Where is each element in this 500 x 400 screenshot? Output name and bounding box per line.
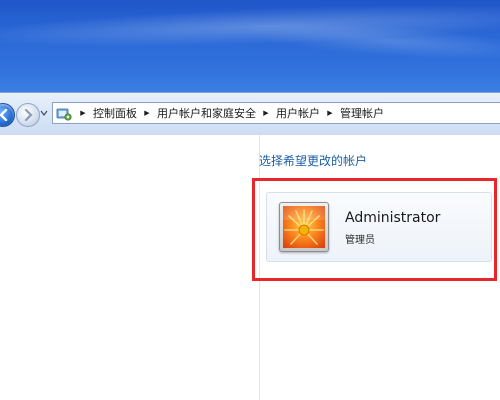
navigation-bar: ▶ 控制面板 ▶ 用户帐户和家庭安全 ▶ 用户帐户 ▶ 管理帐户: [0, 92, 500, 136]
main-content: 选择希望更改的帐户 Administrator 管理员: [0, 135, 500, 400]
breadcrumb-separator-icon[interactable]: ▶: [139, 109, 155, 117]
breadcrumb-separator-icon[interactable]: ▶: [258, 109, 274, 117]
control-panel-icon: [56, 108, 72, 121]
breadcrumb: ▶ 控制面板 ▶ 用户帐户和家庭安全 ▶ 用户帐户 ▶ 管理帐户: [75, 103, 386, 123]
breadcrumb-separator-icon[interactable]: ▶: [322, 109, 338, 117]
annotation-highlight-box: [252, 178, 497, 281]
forward-button[interactable]: [16, 103, 40, 127]
page-title: 选择希望更改的帐户: [259, 154, 368, 168]
breadcrumb-separator-icon[interactable]: ▶: [75, 109, 91, 117]
breadcrumb-item-manage-accounts[interactable]: 管理帐户: [340, 105, 384, 121]
breadcrumb-item-control-panel[interactable]: 控制面板: [93, 105, 137, 121]
breadcrumb-item-user-accounts[interactable]: 用户帐户: [276, 105, 320, 121]
back-arrow-icon: [0, 109, 8, 121]
recent-pages-dropdown-icon[interactable]: [40, 109, 48, 117]
address-bar[interactable]: ▶ 控制面板 ▶ 用户帐户和家庭安全 ▶ 用户帐户 ▶ 管理帐户: [52, 102, 500, 124]
forward-arrow-icon: [24, 109, 33, 121]
window-title-bar: [0, 0, 500, 92]
back-button[interactable]: [0, 103, 15, 127]
window: ▶ 控制面板 ▶ 用户帐户和家庭安全 ▶ 用户帐户 ▶ 管理帐户 选择希望更改的…: [0, 0, 500, 400]
breadcrumb-item-user-accounts-family-safety[interactable]: 用户帐户和家庭安全: [157, 105, 256, 121]
